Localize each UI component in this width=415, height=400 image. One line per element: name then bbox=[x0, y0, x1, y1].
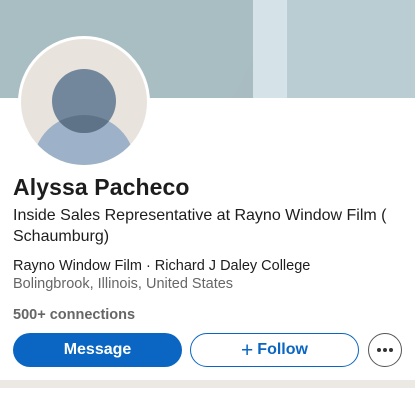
profile-headline: Inside Sales Representative at Rayno Win… bbox=[13, 207, 387, 245]
profile-card: Alyssa Pacheco Inside Sales Representati… bbox=[0, 0, 415, 400]
cover-strip-light bbox=[253, 0, 287, 98]
more-horizontal-icon-dot-3 bbox=[389, 348, 394, 352]
profile-location: Bolingbrook, Illinois, United States bbox=[13, 276, 234, 292]
message-button[interactable]: Message bbox=[13, 333, 182, 367]
more-horizontal-icon-dot-1 bbox=[376, 348, 381, 352]
avatar-overlap-shape bbox=[52, 69, 116, 133]
more-horizontal-icon-dot-2 bbox=[383, 348, 387, 352]
follow-button[interactable]: + Follow bbox=[190, 333, 359, 367]
section-divider bbox=[0, 380, 415, 388]
avatar[interactable] bbox=[18, 36, 150, 168]
connections-count[interactable]: 500+ connections bbox=[13, 307, 135, 323]
message-button-label: Message bbox=[63, 341, 132, 358]
profile-companies[interactable]: Rayno Window Film · Richard J Daley Coll… bbox=[13, 258, 310, 274]
profile-name: Alyssa Pacheco bbox=[13, 174, 190, 200]
follow-button-label: Follow bbox=[257, 341, 308, 358]
cover-shape-right bbox=[287, 0, 415, 98]
plus-icon: + bbox=[241, 338, 254, 362]
more-options-button[interactable] bbox=[368, 333, 402, 367]
